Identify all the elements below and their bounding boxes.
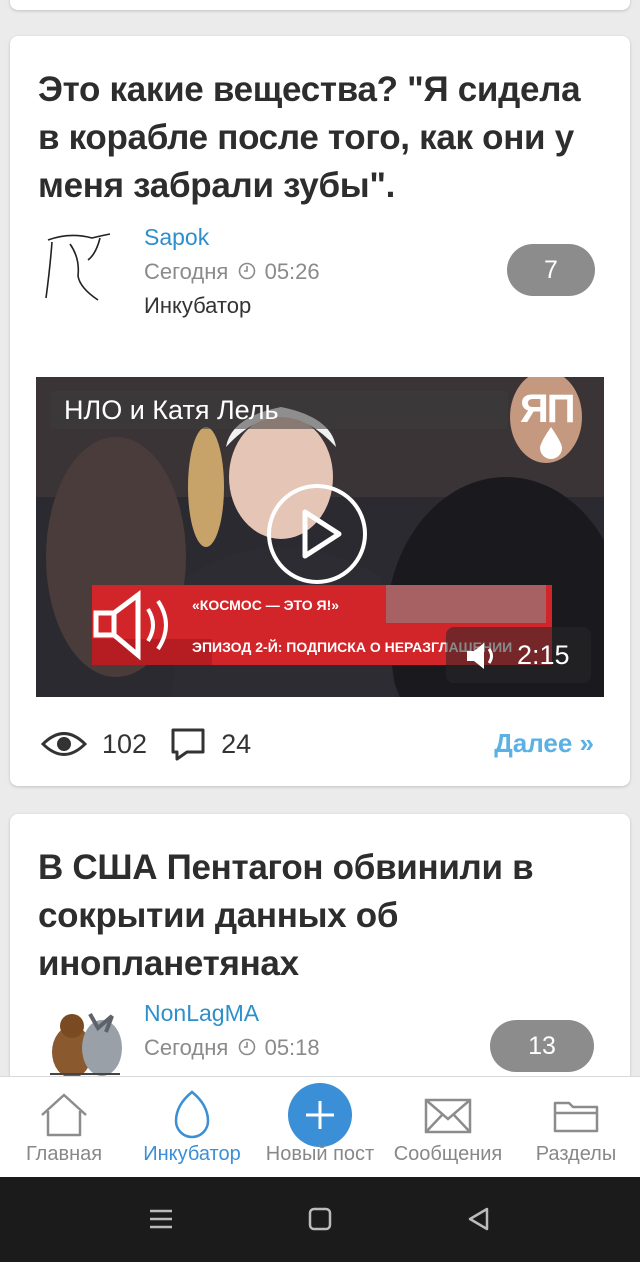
nav-messages-label: Сообщения <box>393 1143 503 1165</box>
volume-icon[interactable] <box>464 639 504 673</box>
previous-post-card <box>10 0 630 10</box>
nav-incubator-label: Инкубатор <box>143 1143 241 1165</box>
home-square-icon[interactable] <box>307 1206 333 1232</box>
clock-icon <box>239 262 256 280</box>
video-duration: 2:15 <box>517 640 570 670</box>
envelope-icon <box>424 1098 472 1134</box>
system-navigation-bar <box>0 1177 640 1262</box>
bottom-navigation: Главная Инкубатор Новый пост Сообщения Р… <box>0 1076 640 1177</box>
comment-icon[interactable] <box>169 726 207 762</box>
rating-badge[interactable]: 7 <box>507 244 595 296</box>
nav-messages[interactable]: Сообщения <box>384 1077 512 1177</box>
home-icon <box>41 1093 87 1137</box>
nav-sections[interactable]: Разделы <box>512 1077 640 1177</box>
banner-speaker-icon <box>93 590 168 661</box>
rating-badge[interactable]: 13 <box>490 1020 594 1072</box>
post-datetime: Сегодня 05:18 <box>144 1035 320 1061</box>
nav-incubator[interactable]: Инкубатор <box>128 1077 256 1177</box>
eye-icon <box>40 732 88 756</box>
folder-icon <box>553 1101 599 1133</box>
new-post-button[interactable] <box>288 1083 352 1147</box>
video-title[interactable]: НЛО и Катя Лель <box>64 395 279 426</box>
author-avatar[interactable] <box>40 228 130 308</box>
post-section[interactable]: Инкубатор <box>144 293 251 319</box>
post-time: 05:18 <box>264 1035 320 1060</box>
nav-new-post[interactable]: Новый пост <box>256 1077 384 1177</box>
post-card: В США Пентагон обвинили в сокрытии данны… <box>10 814 630 1114</box>
egg-icon <box>174 1090 210 1139</box>
comments-count[interactable]: 24 <box>221 729 251 760</box>
read-more-link[interactable]: Далее » <box>494 728 594 759</box>
post-stats: 102 24 <box>40 724 273 764</box>
clock-icon <box>239 1038 256 1056</box>
channel-drop-icon <box>540 427 562 459</box>
post-date: Сегодня <box>144 259 229 284</box>
post-date: Сегодня <box>144 1035 229 1060</box>
play-button[interactable] <box>267 484 367 584</box>
views-count: 102 <box>102 728 148 759</box>
menu-icon[interactable] <box>147 1207 175 1231</box>
post-title[interactable]: В США Пентагон обвинили в сокрытии данны… <box>38 844 598 988</box>
post-title[interactable]: Это какие вещества? "Я сидела в корабле … <box>38 66 598 210</box>
video-player[interactable]: НЛО и Катя Лель ЯП «КОСМОС — ЭТО Я!» ЭПИ… <box>36 377 604 697</box>
author-name[interactable]: NonLagMA <box>144 1000 259 1027</box>
post-time: 05:26 <box>264 259 320 284</box>
post-datetime: Сегодня 05:26 <box>144 259 320 285</box>
video-banner-line1: «КОСМОС — ЭТО Я!» <box>192 597 340 613</box>
post-card: Это какие вещества? "Я сидела в корабле … <box>10 36 630 786</box>
plus-icon <box>306 1101 334 1129</box>
nav-sections-label: Разделы <box>535 1143 617 1165</box>
nav-new-post-label: Новый пост <box>265 1143 375 1165</box>
nav-home-label: Главная <box>25 1143 103 1165</box>
nav-home[interactable]: Главная <box>0 1077 128 1177</box>
back-triangle-icon[interactable] <box>465 1205 493 1233</box>
author-avatar[interactable] <box>40 1004 130 1084</box>
author-name[interactable]: Sapok <box>144 224 209 251</box>
play-icon <box>302 509 342 559</box>
